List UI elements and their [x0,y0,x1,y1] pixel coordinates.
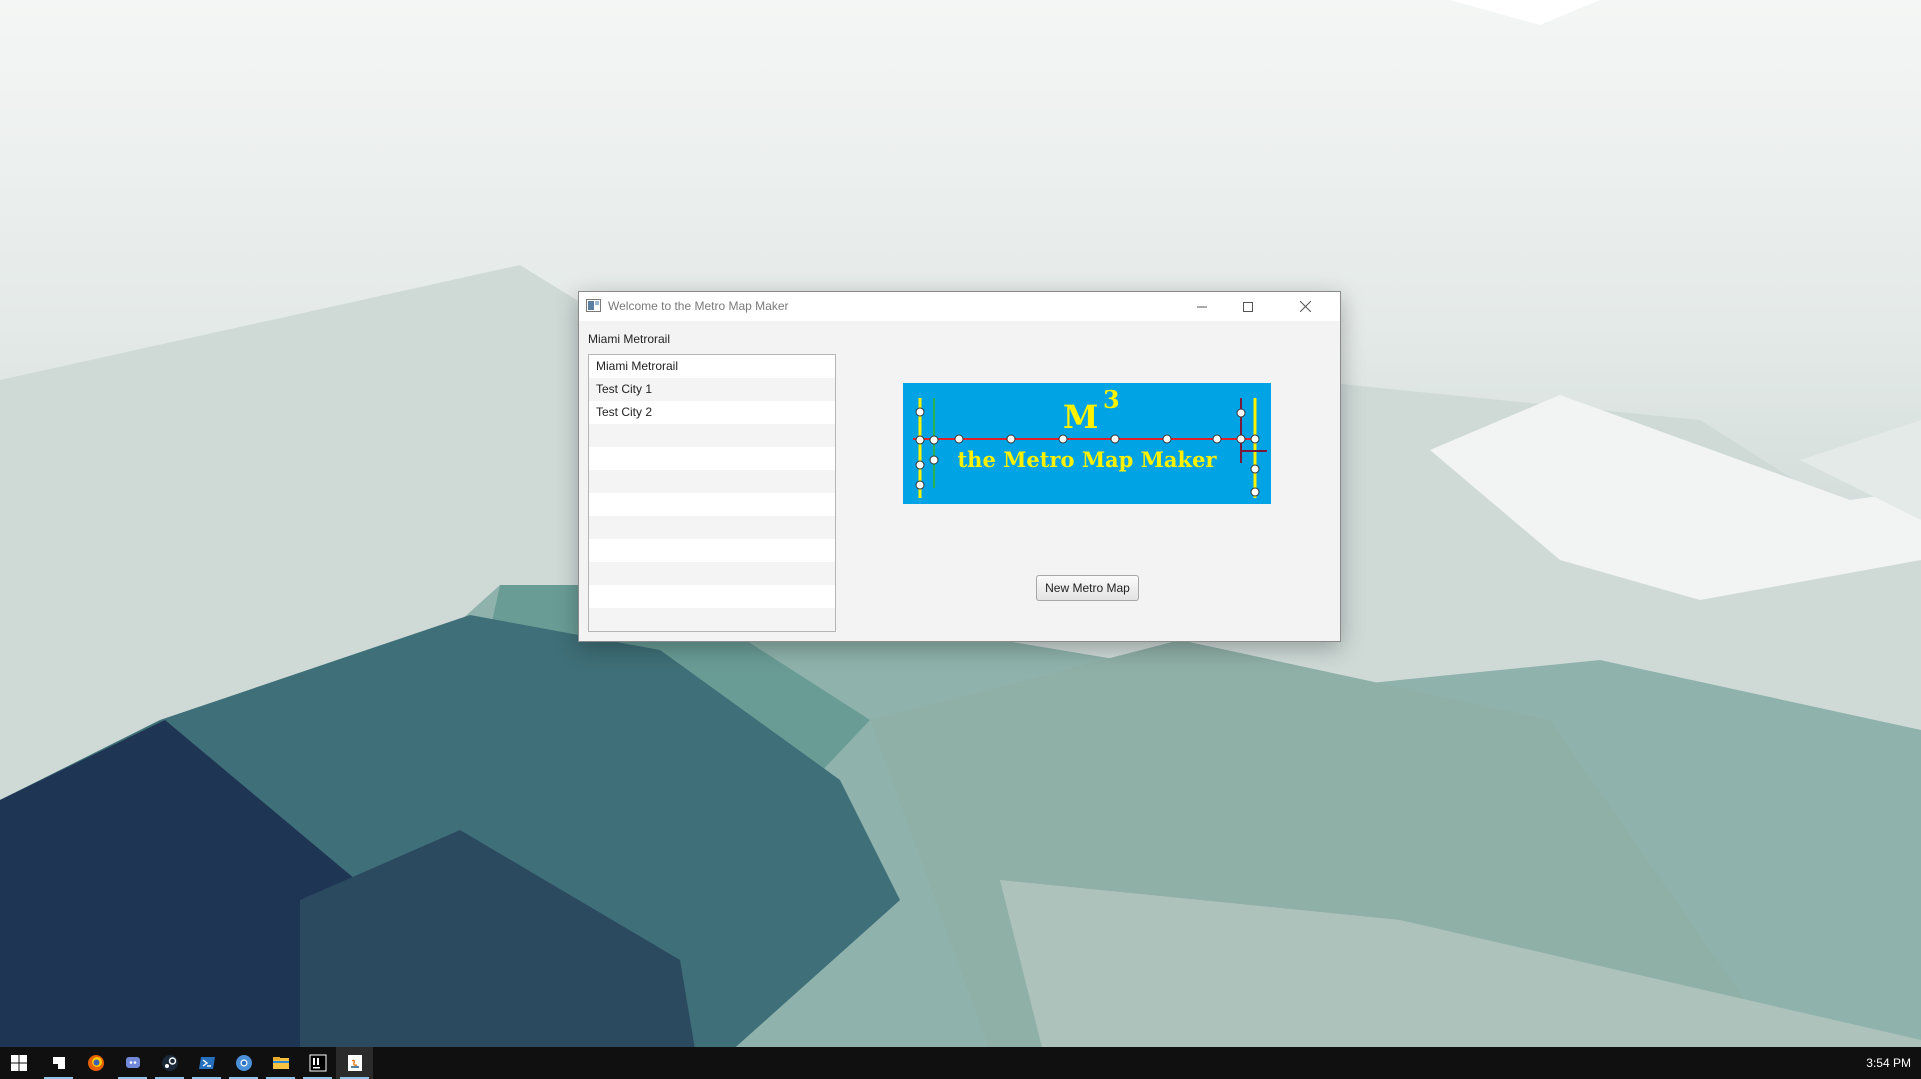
discord-icon [125,1057,140,1068]
taskbar-steam[interactable] [151,1047,188,1079]
window-titlebar[interactable]: Welcome to the Metro Map Maker [579,292,1340,321]
taskbar-clock[interactable]: 3:54 PM [1866,1047,1911,1079]
steam-icon [161,1055,178,1071]
maximize-button[interactable] [1225,292,1271,321]
close-button[interactable] [1271,292,1340,321]
window-title: Welcome to the Metro Map Maker [608,299,789,313]
logo-title: M [1063,398,1098,436]
minimize-button[interactable] [1179,292,1225,321]
logo-superscript: 3 [1103,385,1120,414]
empty-list-row [589,562,835,585]
desktop: Welcome to the Metro Map Maker Miami Met… [0,0,1921,1079]
empty-list-row [589,470,835,493]
selected-map-label: Miami Metrorail [588,332,671,346]
taskbar-file-explorer[interactable] [262,1047,299,1079]
empty-list-row [589,585,835,608]
list-item[interactable]: Test City 2 [589,401,835,424]
empty-list-row [589,424,835,447]
list-item[interactable]: Miami Metrorail [589,355,835,378]
logo-subtitle: the Metro Map Maker [957,447,1217,472]
taskbar-intellij[interactable] [299,1047,336,1079]
metro-map-maker-logo: M 3 the Metro Map Maker [903,383,1271,504]
file-explorer-icon [272,1057,289,1069]
intellij-icon [309,1054,326,1072]
chromium-icon [235,1055,252,1071]
task-view-button[interactable] [40,1047,77,1079]
taskbar: 3:54 PM [0,1047,1921,1079]
list-item[interactable]: Test City 1 [589,378,835,401]
empty-list-row [589,608,835,631]
taskbar-discord[interactable] [114,1047,151,1079]
empty-list-row [589,493,835,516]
welcome-dialog: Welcome to the Metro Map Maker Miami Met… [578,291,1341,642]
empty-list-row [589,447,835,470]
taskbar-java-app[interactable] [336,1047,373,1079]
taskbar-firefox[interactable] [77,1047,114,1079]
taskbar-powershell[interactable] [188,1047,225,1079]
empty-list-row [589,539,835,562]
recent-maps-list[interactable]: Miami Metrorail Test City 1 Test City 2 [588,354,836,632]
empty-list-row [589,516,835,539]
maximize-icon [1243,301,1253,312]
java-app-icon [586,299,601,312]
taskbar-chromium[interactable] [225,1047,262,1079]
minimize-icon [1197,306,1207,307]
windows-start-icon [10,1055,27,1071]
start-button[interactable] [0,1047,37,1079]
new-metro-map-button[interactable]: New Metro Map [1036,575,1139,601]
task-view-icon [52,1057,65,1069]
firefox-icon [87,1055,104,1071]
java-app-icon [347,1055,362,1071]
powershell-icon [198,1057,215,1069]
close-icon [1300,301,1311,312]
